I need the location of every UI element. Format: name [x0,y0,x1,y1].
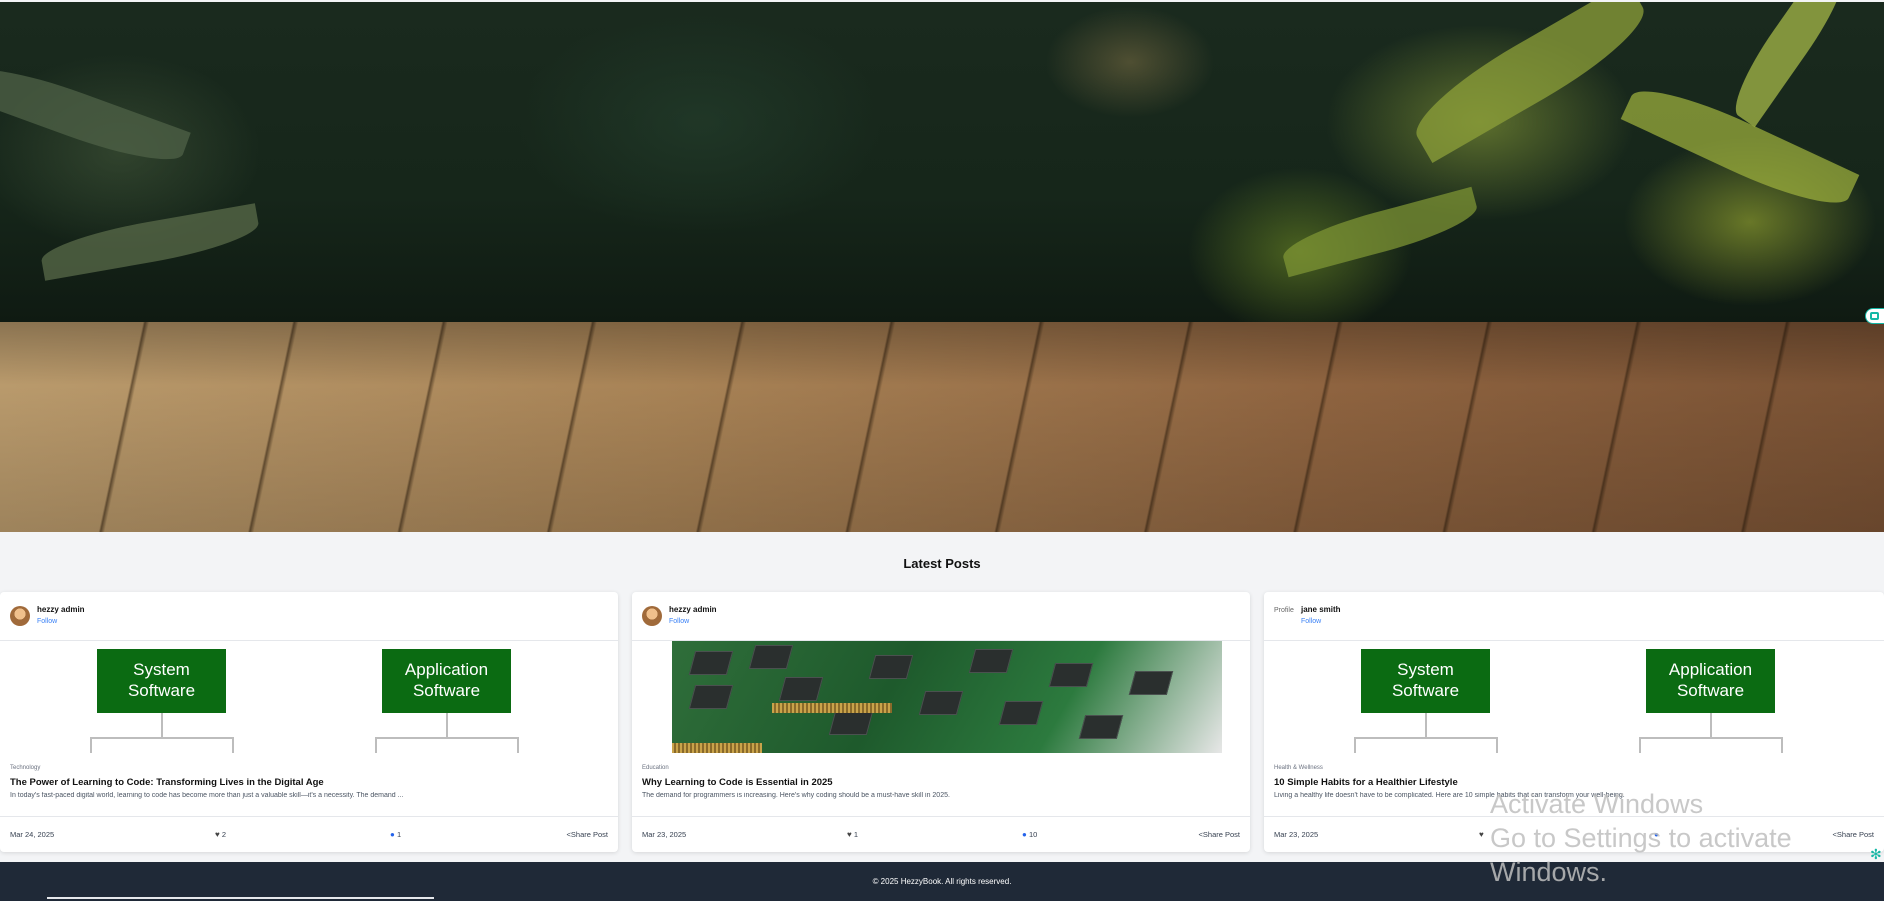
diagram-connector [1496,737,1498,753]
follow-link[interactable]: Follow [669,618,689,625]
like-button[interactable]: ♥ 2 [215,830,226,839]
comment-button[interactable]: ● 10 [1022,830,1037,839]
section-title: Latest Posts [903,556,981,571]
comment-count: 1 [396,830,402,839]
hero-banner [0,2,1884,532]
post-excerpt: In today's fast-paced digital world, lea… [10,792,404,799]
heart-icon: ♥ [1479,830,1484,839]
author-name[interactable]: hezzy admin [37,605,85,614]
diagram-connector [1354,737,1498,739]
diagram-connector [90,737,92,753]
post-category: Education [642,765,669,771]
comment-button[interactable]: ● 1 [390,830,401,839]
follow-link[interactable]: Follow [37,618,57,625]
post-category: Technology [10,765,41,771]
post-title[interactable]: Why Learning to Code is Essential in 202… [642,777,1240,788]
chat-widget-tab[interactable] [1865,308,1884,324]
post-card[interactable]: hezzy admin Follow Education Why Learnin… [632,592,1250,852]
author-name[interactable]: jane smith [1301,605,1341,614]
post-image[interactable]: System Software Application Software [1264,641,1884,753]
like-count: 2 [221,830,227,839]
diagram-connector [1639,737,1641,753]
diagram-box-system-software: System Software [1361,649,1490,713]
diagram-box-system-software: System Software [97,649,226,713]
diagram-connector [1639,737,1783,739]
copyright-text: © 2025 HezzyBook. All rights reserved. [872,877,1012,886]
post-date: Mar 23, 2025 [642,830,687,839]
activate-windows-watermark: Activate Windows Go to Settings to activ… [1490,789,1792,887]
heart-icon: ♥ [847,830,852,839]
like-count: 1 [853,830,859,839]
diagram-connector [517,737,519,753]
comment-icon: ● [390,830,395,839]
author-name[interactable]: hezzy admin [669,605,717,614]
share-button[interactable]: <Share Post [567,830,609,839]
post-card-footer: Mar 24, 2025 ♥ 2 ● 1 <Share Post [0,816,618,852]
hero-wood-deck [0,322,1884,532]
post-card-body: Technology The Power of Learning to Code… [0,753,618,816]
post-image[interactable]: System Software Application Software [0,641,618,753]
post-category: Health & Wellness [1274,765,1323,771]
post-date: Mar 23, 2025 [1274,830,1319,839]
post-title[interactable]: The Power of Learning to Code: Transform… [10,777,608,788]
heart-icon: ♥ [215,830,220,839]
chat-icon [1870,312,1879,320]
post-card[interactable]: hezzy admin Follow System Software Applic… [0,592,618,852]
post-card-footer: Mar 23, 2025 ♥ 1 ● 10 <Share Post [632,816,1250,852]
ram-modules-photo [672,641,1222,753]
diagram-connector [1354,737,1356,753]
post-card-header: hezzy admin Follow [632,592,1250,641]
diagram-connector [1710,713,1712,737]
avatar[interactable] [10,606,30,626]
post-excerpt: The demand for programmers is increasing… [642,792,950,799]
avatar[interactable] [642,606,662,626]
like-button[interactable]: ♥ 1 [847,830,858,839]
post-card-header: hezzy admin Follow [0,592,618,641]
diagram-connector [90,737,234,739]
post-date: Mar 24, 2025 [10,830,55,839]
diagram-connector [375,737,519,739]
diagram-connector [232,737,234,753]
comment-icon: ● [1022,830,1027,839]
share-button[interactable]: <Share Post [1199,830,1241,839]
post-card-header: Profile jane smith Follow [1264,592,1884,641]
horizontal-scrollbar[interactable] [47,897,434,899]
post-card-body: Education Why Learning to Code is Essent… [632,753,1250,816]
comment-count: 10 [1028,830,1038,839]
settings-gear-icon[interactable]: ✻ [1870,846,1882,863]
diagram-box-application-software: Application Software [1646,649,1775,713]
diagram-connector [1781,737,1783,753]
diagram-connector [446,713,448,737]
diagram-box-application-software: Application Software [382,649,511,713]
diagram-connector [1425,713,1427,737]
like-button[interactable]: ♥ [1479,830,1484,839]
diagram-connector [375,737,377,753]
follow-link[interactable]: Follow [1301,618,1321,625]
avatar-broken-image[interactable]: Profile [1274,606,1294,626]
post-image[interactable] [632,641,1250,753]
diagram-connector [161,713,163,737]
